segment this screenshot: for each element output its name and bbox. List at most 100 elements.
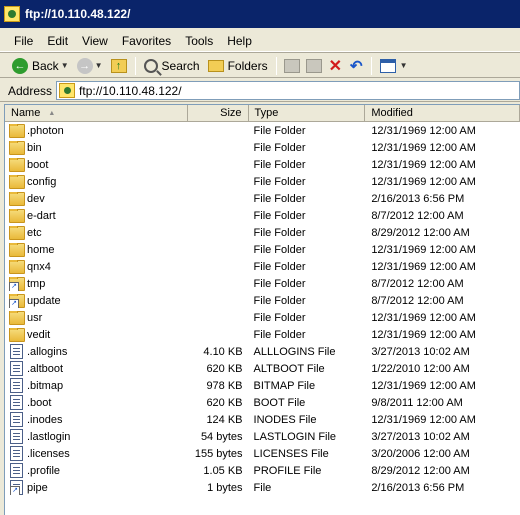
file-name: pipe: [27, 481, 48, 494]
file-row[interactable]: .licenses 155 bytes LICENSES File 3/20/2006…: [5, 445, 520, 462]
views-button[interactable]: ▼: [376, 56, 412, 76]
file-modified: 12/31/1969 12:00 AM: [371, 260, 476, 273]
file-row[interactable]: home File Folder 12/31/1969 12:00 AM: [5, 241, 520, 258]
file-row[interactable]: vedit File Folder 12/31/1969 12:00 AM: [5, 326, 520, 343]
copy-to-icon[interactable]: [305, 58, 322, 73]
menu-view[interactable]: View: [76, 32, 114, 50]
file-name: .inodes: [27, 413, 63, 426]
file-row[interactable]: .bitmap 978 KB BITMAP File 12/31/1969 12:00…: [5, 377, 520, 394]
file-icon: [10, 395, 23, 410]
up-folder-icon: ↑: [110, 58, 127, 73]
file-size: 54 bytes: [200, 430, 243, 443]
file-row[interactable]: bin File Folder 12/31/1969 12:00 AM: [5, 139, 520, 156]
file-name-cell: usr: [5, 310, 188, 325]
menu-file[interactable]: File: [8, 32, 39, 50]
file-type: File Folder: [253, 277, 306, 290]
file-type: LASTLOGIN File: [253, 430, 337, 443]
file-row[interactable]: .altboot 620 KB ALTBOOT File 1/22/2010 12:0…: [5, 360, 520, 377]
file-rows: .photon File Folder 12/31/1969 12:00 AM bin…: [5, 122, 520, 496]
forward-button[interactable]: → ▼: [73, 56, 107, 76]
file-icon: [10, 361, 23, 376]
file-icon: [10, 446, 23, 461]
file-name-cell: .inodes: [5, 412, 188, 427]
file-name: .licenses: [27, 447, 70, 460]
file-modified: 2/16/2013 6:56 PM: [371, 481, 465, 494]
delete-icon[interactable]: ✕: [329, 56, 342, 76]
file-type: File Folder: [253, 175, 306, 188]
column-header-modified[interactable]: Modified: [365, 105, 520, 121]
folders-button[interactable]: Folders: [204, 56, 272, 76]
views-icon: [379, 58, 396, 73]
file-name-cell: .profile: [5, 463, 188, 478]
file-row[interactable]: update File Folder 8/7/2012 12:00 AM: [5, 292, 520, 309]
back-button[interactable]: ← Back ▼: [8, 56, 73, 76]
file-type: BOOT File: [253, 396, 306, 409]
file-icon: [10, 344, 23, 359]
file-row[interactable]: .photon File Folder 12/31/1969 12:00 AM: [5, 122, 520, 139]
menu-favorites[interactable]: Favorites: [116, 32, 177, 50]
file-type: File Folder: [253, 294, 306, 307]
toolbar-separator: [370, 56, 372, 75]
toolbar-separator: [134, 56, 136, 75]
menu-bar: File Edit View Favorites Tools Help: [0, 30, 520, 52]
address-input[interactable]: ftp://10.110.48.122/: [56, 81, 520, 100]
file-row[interactable]: e-dart File Folder 8/7/2012 12:00 AM: [5, 207, 520, 224]
menu-help[interactable]: Help: [221, 32, 258, 50]
column-header-name[interactable]: Name ▲: [5, 105, 188, 121]
file-name: .photon: [27, 124, 64, 137]
file-type: File Folder: [253, 311, 306, 324]
column-header-type[interactable]: Type: [249, 105, 366, 121]
back-label: Back: [32, 58, 59, 73]
file-icon: [10, 378, 23, 393]
file-size: 124 KB: [206, 413, 243, 426]
file-row[interactable]: config File Folder 12/31/1969 12:00 AM: [5, 173, 520, 190]
file-row[interactable]: .allogins 4.10 KB ALLLOGINS File 3/27/2013 …: [5, 343, 520, 360]
up-folder-button[interactable]: ↑: [107, 56, 131, 76]
menu-edit[interactable]: Edit: [41, 32, 74, 50]
file-row[interactable]: pipe 1 bytes File 2/16/2013 6:56 PM: [5, 479, 520, 496]
file-name-cell: boot: [5, 157, 188, 172]
file-type: File Folder: [253, 243, 306, 256]
file-row[interactable]: boot File Folder 12/31/1969 12:00 AM: [5, 156, 520, 173]
file-type: ALTBOOT File: [253, 362, 325, 375]
file-name-cell: .boot: [5, 395, 188, 410]
file-row[interactable]: tmp File Folder 8/7/2012 12:00 AM: [5, 275, 520, 292]
undo-icon[interactable]: ↶: [350, 57, 363, 75]
search-button[interactable]: Search: [140, 56, 204, 76]
file-type: File Folder: [253, 158, 306, 171]
file-size: 978 KB: [206, 379, 243, 392]
file-row[interactable]: .inodes 124 KB INODES File 12/31/1969 12:00…: [5, 411, 520, 428]
file-shortcut-icon: [10, 480, 23, 495]
file-modified: 12/31/1969 12:00 AM: [371, 379, 476, 392]
menu-tools[interactable]: Tools: [179, 32, 219, 50]
file-row[interactable]: qnx4 File Folder 12/31/1969 12:00 AM: [5, 258, 520, 275]
file-row[interactable]: etc File Folder 8/29/2012 12:00 AM: [5, 224, 520, 241]
file-list[interactable]: Name ▲ Size Type Modified .photon File Fo…: [4, 104, 520, 515]
back-dropdown-icon[interactable]: ▼: [61, 61, 69, 70]
file-modified: 12/31/1969 12:00 AM: [371, 328, 476, 341]
file-row[interactable]: .lastlogin 54 bytes LASTLOGIN File 3/27/201…: [5, 428, 520, 445]
file-modified: 8/7/2012 12:00 AM: [371, 209, 464, 222]
file-row[interactable]: .profile 1.05 KB PROFILE File 8/29/2012 12:…: [5, 462, 520, 479]
file-name-cell: update: [5, 293, 188, 308]
file-name: qnx4: [27, 260, 51, 273]
forward-dropdown-icon[interactable]: ▼: [95, 61, 103, 70]
folder-shortcut-icon: [9, 293, 25, 308]
file-row[interactable]: dev File Folder 2/16/2013 6:56 PM: [5, 190, 520, 207]
file-name: update: [27, 294, 61, 307]
ftp-folder-icon: [4, 6, 20, 22]
move-to-icon[interactable]: [283, 58, 300, 73]
file-row[interactable]: usr File Folder 12/31/1969 12:00 AM: [5, 309, 520, 326]
column-header-size[interactable]: Size: [188, 105, 249, 121]
forward-arrow-icon: →: [76, 57, 93, 74]
folder-icon: [9, 174, 25, 189]
file-size: 4.10 KB: [203, 345, 243, 358]
file-name-cell: .allogins: [5, 344, 188, 359]
file-type: File Folder: [253, 226, 306, 239]
file-name: boot: [27, 158, 49, 171]
file-row[interactable]: .boot 620 KB BOOT File 9/8/2011 12:00 AM: [5, 394, 520, 411]
file-type: LICENSES File: [253, 447, 329, 460]
file-name: .profile: [27, 464, 61, 477]
file-type: File Folder: [253, 124, 306, 137]
search-label: Search: [161, 58, 200, 73]
